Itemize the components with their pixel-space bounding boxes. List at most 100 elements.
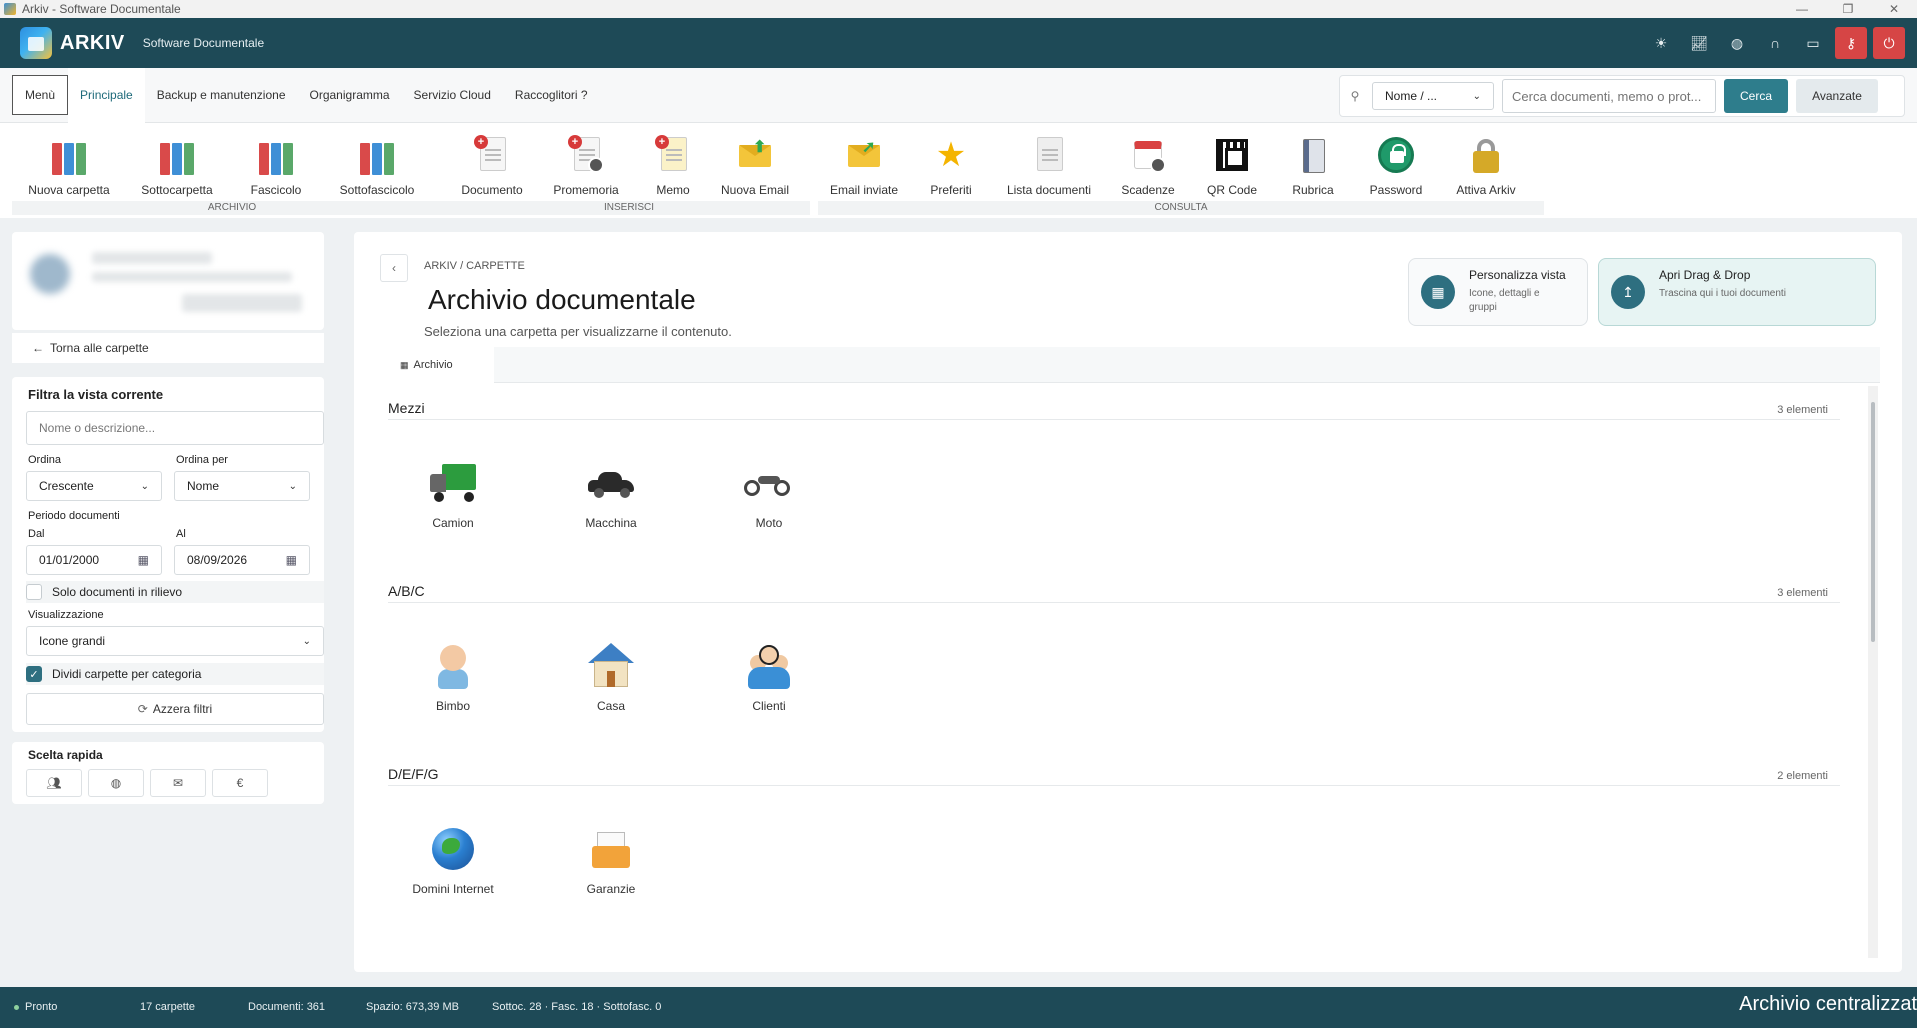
folder-item[interactable]: Bimbo [393, 641, 513, 713]
globe-icon[interactable]: ◍ [88, 769, 144, 797]
tab-backup[interactable]: Backup e manutenzione [145, 75, 298, 115]
users-icon[interactable]: 👥︎ [26, 769, 82, 797]
date-from-input[interactable]: 01/01/2000 ▦ [26, 545, 162, 575]
drag-drop-card[interactable]: ↥ Apri Drag & Drop Trascina qui i tuoi d… [1598, 258, 1876, 326]
sottofascicolo-label: Sottofascicolo [339, 183, 415, 197]
reminder-button[interactable]: + Promemoria [541, 135, 631, 197]
tab-principale[interactable]: Principale [68, 67, 145, 123]
chat-icon[interactable]: ▭ [1797, 27, 1829, 59]
new-folder-button[interactable]: Nuova carpetta [24, 135, 114, 197]
qr-code-button[interactable]: QR Code [1187, 135, 1277, 197]
customize-view-title: Personalizza vista [1469, 268, 1566, 282]
reset-filters-label: Azzera filtri [152, 702, 213, 716]
search-scope-value: Nome / ... [1385, 89, 1438, 103]
back-to-folders-link[interactable]: ← Torna alle carpette [12, 333, 324, 363]
euro-icon[interactable]: € [212, 769, 268, 797]
reset-filters-button[interactable]: ⟳ Azzera filtri [26, 693, 324, 725]
sottofascicolo-button[interactable]: Sottofascicolo [332, 135, 422, 197]
document-list-icon [1029, 135, 1069, 175]
calendar-icon[interactable]: ▦ [286, 553, 297, 567]
back-button[interactable]: ‹ [380, 254, 408, 282]
order-by-select[interactable]: Nome ⌄ [174, 471, 310, 501]
calendar-icon [1128, 135, 1168, 175]
folder-item[interactable]: Moto [709, 458, 829, 530]
view-select[interactable]: Icone grandi ⌄ [26, 626, 324, 656]
folder-label: Casa [596, 699, 625, 713]
memo-button[interactable]: + Memo [628, 135, 718, 197]
ribbon-tab-bar: Menù Principale Backup e manutenzione Or… [0, 67, 1917, 123]
binders-icon [256, 135, 296, 175]
sent-emails-button[interactable]: ➚ Email inviate [819, 135, 909, 197]
chevron-down-icon: ⌄ [1472, 90, 1481, 102]
tab-menu[interactable]: Menù [12, 75, 69, 115]
split-by-category-checkbox[interactable]: ✓ Dividi carpette per categoria [26, 663, 324, 685]
order-label: Ordina [28, 454, 62, 466]
folder-item[interactable]: Macchina [551, 458, 671, 530]
customize-view-card[interactable]: ▦ Personalizza vista Icone, dettagli e g… [1408, 258, 1588, 326]
app-icon [4, 3, 16, 15]
tab-organigramma[interactable]: Organigramma [298, 75, 402, 115]
section-count: 3 elementi [1777, 404, 1828, 416]
search-button[interactable]: Cerca [1724, 79, 1788, 113]
sent-emails-label: Email inviate [829, 183, 899, 197]
folder-item[interactable]: Casa [551, 641, 671, 713]
globe-icon [428, 824, 478, 874]
search-bar: ⚲ Nome / ... ⌄ Cerca Avanzate [1339, 75, 1905, 117]
favorites-button[interactable]: ★ Preferiti [906, 135, 996, 197]
new-folder-label: Nuova carpetta [28, 183, 110, 197]
mail-icon[interactable]: ✉ [150, 769, 206, 797]
folder-item[interactable]: Garanzie [551, 824, 671, 896]
section-header: Mezzi 3 elementi [388, 390, 1840, 420]
section-title: D/E/F/G [388, 766, 439, 782]
folder-label: Garanzie [586, 882, 636, 896]
address-book-icon [1293, 135, 1333, 175]
tab-raccoglitori[interactable]: Raccoglitori ? [503, 75, 600, 115]
checkbox-checked-icon[interactable]: ✓ [26, 666, 42, 682]
search-input[interactable] [1502, 79, 1716, 113]
avatar [30, 254, 70, 294]
new-email-label: Nuova Email [720, 183, 790, 197]
sun-icon[interactable]: ☀ [1645, 27, 1677, 59]
view-value: Icone grandi [39, 634, 106, 648]
activate-arkiv-button[interactable]: Attiva Arkiv [1441, 135, 1531, 197]
search-scope-select[interactable]: Nome / ... ⌄ [1372, 82, 1494, 110]
minimize-icon[interactable]: — [1779, 0, 1825, 18]
close-icon[interactable]: ✕ [1871, 0, 1917, 18]
memo-label: Memo [656, 183, 690, 197]
new-email-button[interactable]: ⬆ Nuova Email [710, 135, 800, 197]
address-book-button[interactable]: Rubrica [1268, 135, 1358, 197]
folder-item[interactable]: Domini Internet [393, 824, 513, 896]
folder-item[interactable]: Camion [393, 458, 513, 530]
document-list-button[interactable]: Lista documenti [1004, 135, 1094, 197]
order-select[interactable]: Crescente ⌄ [26, 471, 162, 501]
status-ready: Pronto [14, 1001, 57, 1013]
document-button[interactable]: + Documento [447, 135, 537, 197]
calendar-icon[interactable]: ▦ [138, 553, 149, 567]
restore-icon[interactable]: ❐ [1825, 0, 1871, 18]
tab-archivio[interactable]: ▦ Archivio [376, 347, 494, 383]
highlight-only-checkbox[interactable]: Solo documenti in rilievo [26, 581, 324, 603]
clients-icon [744, 641, 794, 691]
key-icon[interactable]: ⚷ [1835, 27, 1867, 59]
date-to-input[interactable]: 08/09/2026 ▦ [174, 545, 310, 575]
subfolder-button[interactable]: Sottocarpetta [132, 135, 222, 197]
advanced-search-button[interactable]: Avanzate [1796, 79, 1878, 113]
blurred-text [92, 252, 212, 264]
checkbox-box[interactable] [26, 584, 42, 600]
folder-item[interactable]: Clienti [709, 641, 829, 713]
blurred-text [92, 272, 292, 282]
scrollbar-thumb[interactable] [1871, 402, 1875, 642]
filter-name-input[interactable]: Nome o descrizione... [26, 411, 324, 445]
page-subtitle: Seleziona una carpetta per visualizzarne… [424, 324, 732, 339]
headset-icon[interactable]: ∩ [1759, 27, 1791, 59]
globe-icon[interactable]: ◍ [1721, 27, 1753, 59]
scrollbar[interactable] [1868, 386, 1878, 958]
power-icon[interactable]: ⏻ [1873, 27, 1905, 59]
password-button[interactable]: Password [1351, 135, 1441, 197]
drag-drop-subtitle: Trascina qui i tuoi documenti [1659, 288, 1786, 299]
fascicolo-button[interactable]: Fascicolo [231, 135, 321, 197]
tab-servizio-cloud[interactable]: Servizio Cloud [402, 75, 503, 115]
deadlines-button[interactable]: Scadenze [1103, 135, 1193, 197]
chart-icon[interactable]: 📈︎ [1683, 27, 1715, 59]
highlight-only-label: Solo documenti in rilievo [52, 585, 183, 599]
